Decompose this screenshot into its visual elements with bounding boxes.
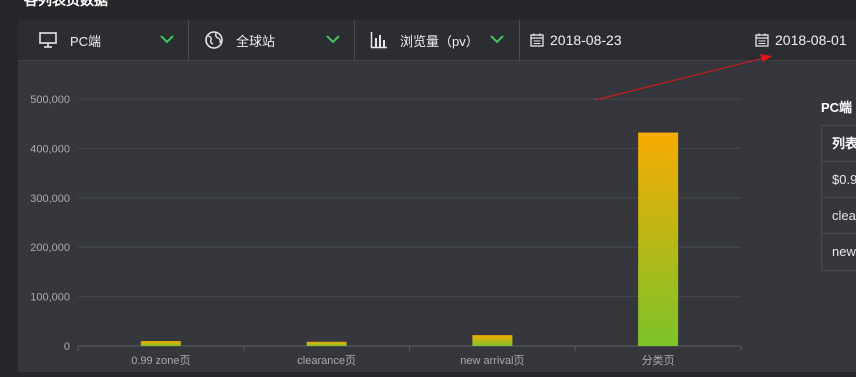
side-panel-title: PC端 <box>821 100 853 115</box>
side-table-row: clea <box>822 198 856 234</box>
side-table-row: $0.9 <box>822 162 856 198</box>
side-table-header: 列表 <box>822 126 856 162</box>
annotation-arrow <box>594 54 772 101</box>
side-table-row: new <box>832 244 856 259</box>
side-table: 列表 $0.9 clea new <box>821 125 856 271</box>
